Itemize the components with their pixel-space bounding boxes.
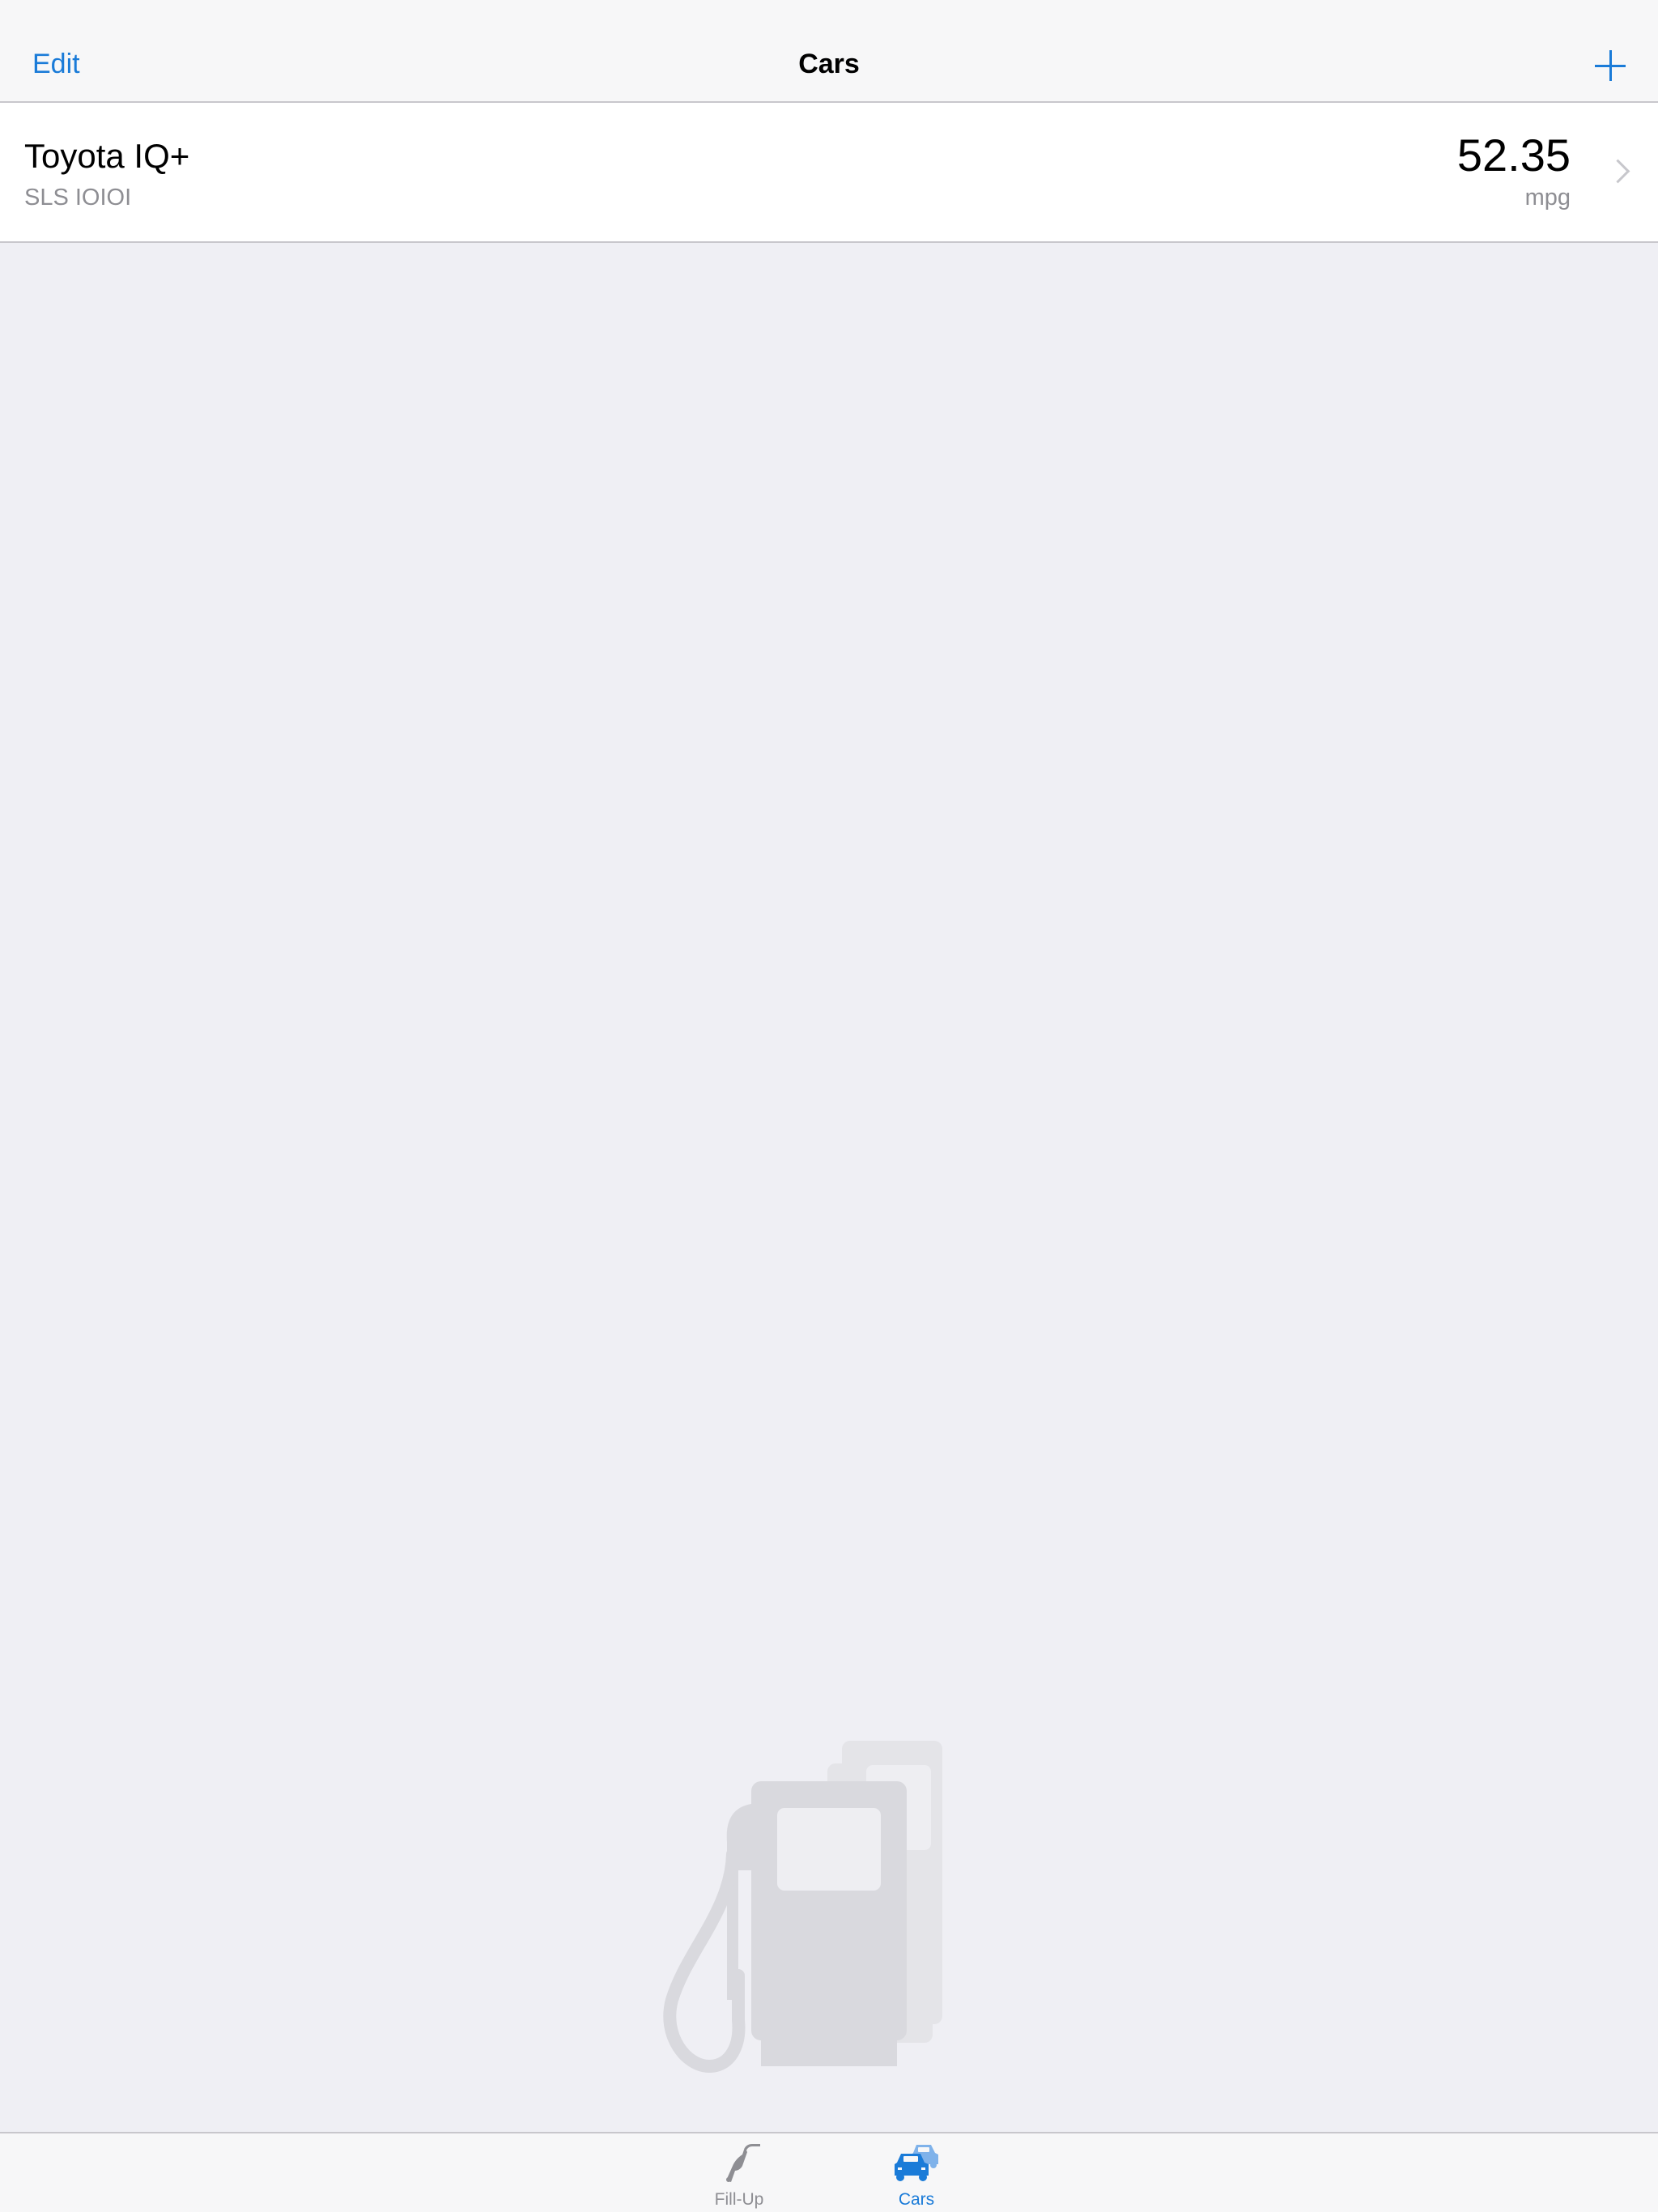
car-name: Toyota IQ+ [24, 137, 190, 175]
tab-fill-up-label: Fill-Up [714, 2190, 764, 2209]
page-title: Cars [798, 49, 860, 79]
cars-icon [895, 2145, 938, 2181]
tab-cars-label: Cars [898, 2190, 935, 2209]
cars-screen: Edit Cars Toyota IQ+ SLS IOIOI 52.35 mpg [0, 0, 1658, 2212]
car-subtitle: SLS IOIOI [24, 185, 132, 211]
car-mileage-unit: mpg [1524, 185, 1571, 211]
chevron-right-icon [1605, 159, 1630, 184]
car-mileage-value: 52.35 [1456, 130, 1571, 181]
navigation-bar: Edit Cars [0, 0, 1658, 103]
fuel-pump-illustration [663, 1741, 942, 2073]
car-list-item[interactable]: Toyota IQ+ SLS IOIOI 52.35 mpg [0, 103, 1658, 243]
tab-bar: Fill-Up Cars [0, 2132, 1658, 2212]
fuel-nozzle-icon [726, 2144, 760, 2182]
tab-cars[interactable]: Cars [852, 2133, 981, 2212]
tab-fill-up[interactable]: Fill-Up [674, 2133, 804, 2212]
add-car-button[interactable] [1595, 50, 1626, 81]
